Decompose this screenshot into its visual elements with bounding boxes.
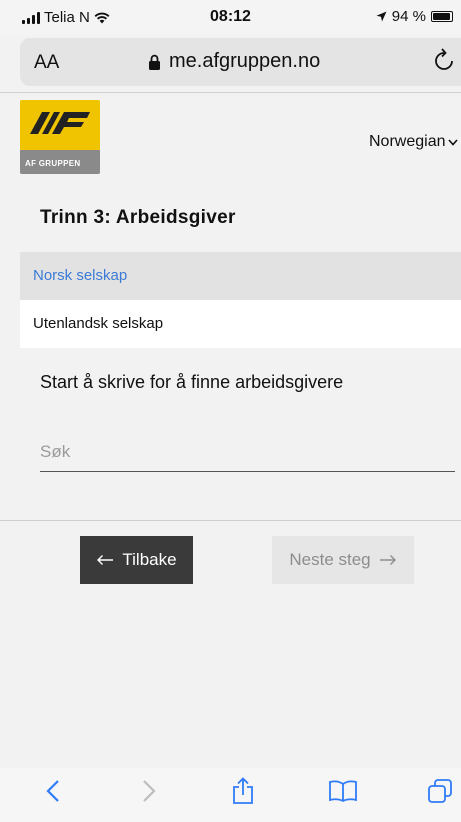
search-input[interactable]: [40, 432, 455, 472]
arrow-left-icon: [97, 555, 114, 565]
share-icon[interactable]: [226, 776, 260, 806]
back-button[interactable]: Tilbake: [80, 536, 193, 584]
location-arrow-icon: [376, 11, 387, 22]
logo-band-text: AF GRUPPEN: [20, 150, 100, 174]
language-select[interactable]: Norwegian: [369, 133, 459, 151]
tab-norsk-selskap[interactable]: Norsk selskap: [20, 252, 461, 300]
forward-nav-icon[interactable]: [134, 776, 164, 806]
url-bar[interactable]: AA me.afgruppen.no: [20, 38, 461, 86]
next-step-button[interactable]: Neste steg: [272, 536, 414, 584]
tab-utenlandsk-selskap[interactable]: Utenlandsk selskap: [20, 300, 461, 348]
status-bar: Telia N 08:12 94 %: [0, 0, 461, 36]
browser-toolbar: [0, 768, 461, 822]
tabs-icon[interactable]: [424, 776, 456, 806]
back-nav-icon[interactable]: [38, 776, 68, 806]
section-divider: [0, 520, 461, 521]
url-display[interactable]: me.afgruppen.no: [148, 50, 320, 73]
next-step-label: Neste steg: [289, 550, 371, 569]
af-logo-mark: [30, 112, 90, 134]
reload-icon[interactable]: [433, 48, 455, 78]
text-size-button[interactable]: AA: [34, 52, 59, 74]
step-title: Trinn 3: Arbeidsgiver: [40, 207, 236, 228]
chevron-down-icon: [448, 138, 459, 146]
language-selected: Norwegian: [369, 133, 446, 150]
browser-divider: [0, 92, 461, 93]
text-size-label: AA: [34, 52, 60, 73]
lock-icon: [149, 54, 160, 70]
status-right: 94 %: [376, 8, 453, 25]
battery-percent: 94 %: [391, 8, 426, 25]
bookmarks-icon[interactable]: [326, 776, 360, 806]
battery-fill: [433, 13, 450, 20]
af-gruppen-logo[interactable]: AF GRUPPEN: [20, 100, 100, 174]
arrow-right-icon: [379, 555, 396, 565]
battery-icon: [431, 11, 453, 22]
url-text: me.afgruppen.no: [169, 50, 321, 72]
search-label: Start å skrive for å finne arbeidsgivere: [40, 372, 344, 392]
back-button-label: Tilbake: [122, 550, 177, 569]
